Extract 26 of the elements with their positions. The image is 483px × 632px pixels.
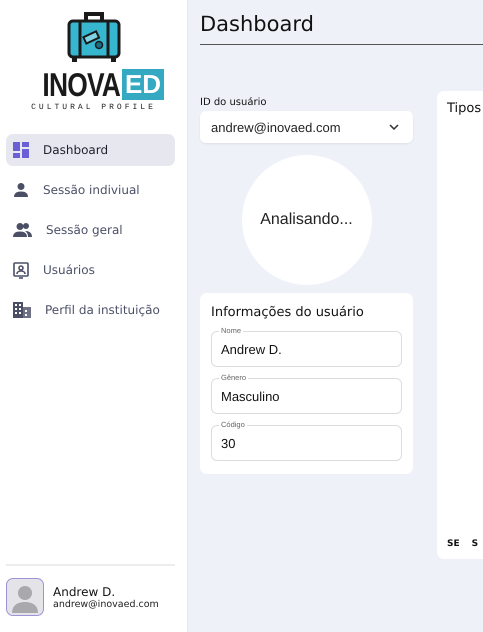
status-circle: Analisando...: [242, 155, 372, 285]
user-email: andrew@inovaed.com: [53, 598, 159, 610]
page-title: Dashboard: [200, 12, 483, 45]
people-icon: [13, 222, 32, 238]
card-title: Tipos: [447, 101, 482, 116]
axis-label: SE: [447, 539, 460, 549]
sidebar-item[interactable]: Dashboard: [6, 134, 175, 166]
person-icon: [13, 182, 29, 198]
sidebar-item[interactable]: Sessão indiviual: [6, 174, 175, 206]
sidebar-item[interactable]: Usuários: [6, 254, 175, 286]
brand-name: INOVA: [42, 68, 120, 101]
user-card-icon: [13, 262, 29, 278]
suitcase-logo-icon: [66, 10, 122, 64]
avatar-icon: [6, 578, 44, 616]
building-icon: [13, 302, 31, 318]
axis-label: S: [472, 539, 478, 549]
chevron-down-icon: [389, 124, 399, 130]
sidebar-item[interactable]: Sessão geral: [6, 214, 175, 246]
user-select[interactable]: andrew@inovaed.com: [200, 111, 413, 143]
brand-badge: ED: [122, 69, 164, 100]
brand-tagline: CULTURAL PROFILE: [31, 103, 156, 112]
card-title: Informações do usuário: [211, 305, 365, 320]
field-label: ID do usuário: [200, 97, 268, 108]
sidebar-item[interactable]: Perfil da instituição: [6, 294, 175, 326]
dashboard-icon: [13, 142, 29, 158]
user-name: Andrew D.: [53, 584, 116, 598]
